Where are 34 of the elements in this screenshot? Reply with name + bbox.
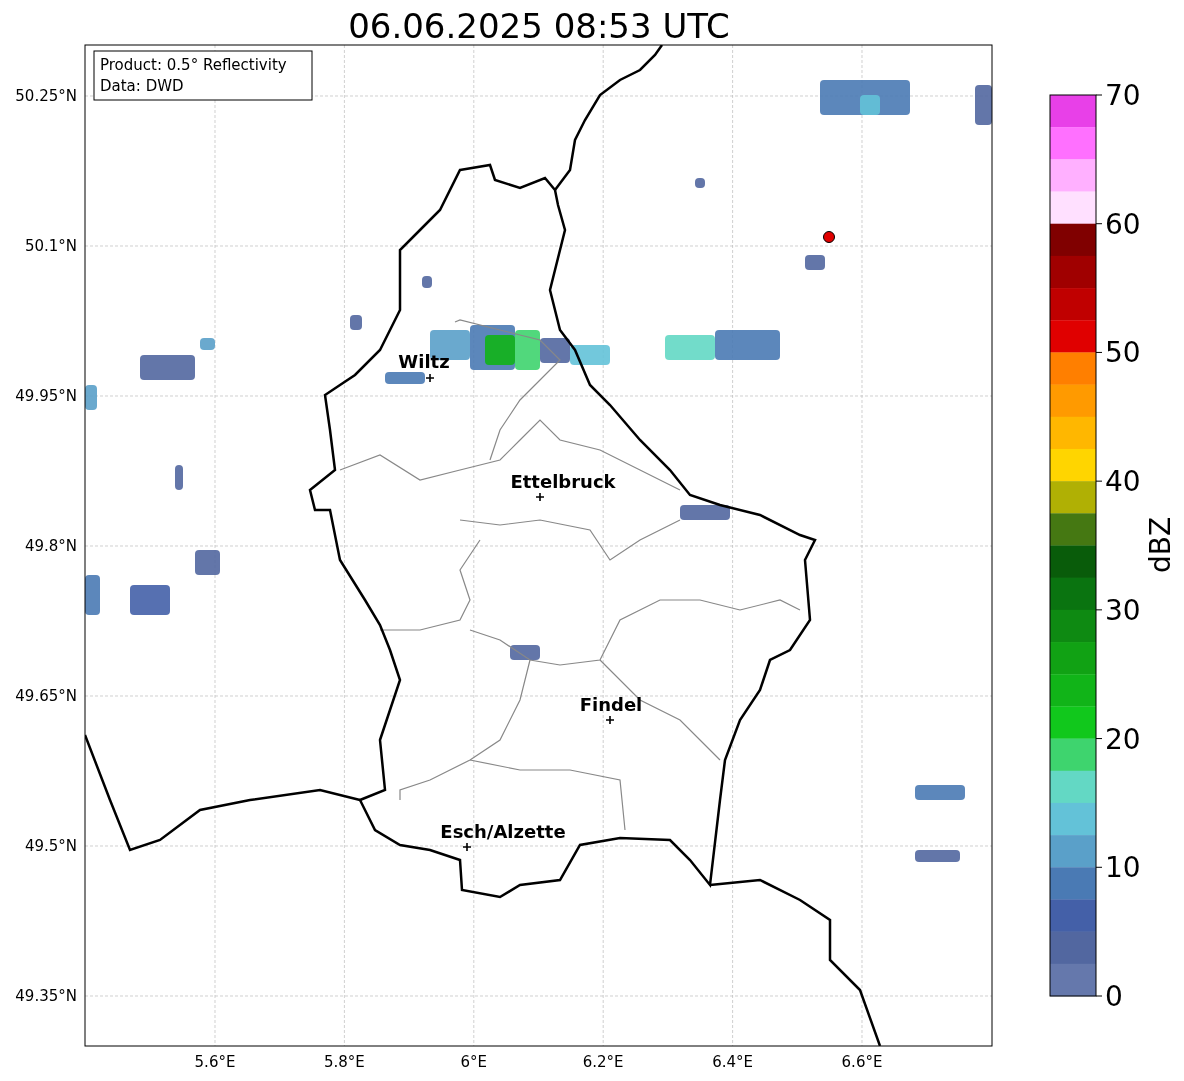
colorbar-label: dBZ bbox=[1144, 516, 1177, 574]
latitude-tick-label: 50.1°N bbox=[24, 237, 77, 255]
city-label: Esch/Alzette bbox=[440, 821, 566, 842]
latitude-tick-label: 49.95°N bbox=[15, 387, 77, 405]
city-marker-icon bbox=[462, 842, 472, 852]
chart-title: 06.06.2025 08:53 UTC bbox=[348, 6, 730, 46]
latitude-tick-label: 50.25°N bbox=[15, 87, 77, 105]
radar-site-marker bbox=[823, 231, 835, 243]
info-text: Product: 0.5° Reflectivity bbox=[100, 56, 287, 74]
colorbar-tick-label: 40 bbox=[1105, 465, 1141, 499]
info-text: Data: DWD bbox=[100, 77, 184, 95]
city-label: Findel bbox=[579, 694, 643, 715]
latitude-tick-label: 49.65°N bbox=[15, 687, 77, 705]
colorbar-tick-label: 0 bbox=[1105, 980, 1123, 1013]
city-marker-icon bbox=[605, 715, 615, 725]
longitude-tick-label: 6.6°E bbox=[841, 1053, 883, 1071]
city-marker-icon bbox=[535, 492, 545, 502]
city-label: Ettelbruck bbox=[510, 471, 616, 492]
longitude-tick-label: 5.8°E bbox=[324, 1053, 365, 1071]
longitude-tick-label: 5.6°E bbox=[194, 1053, 236, 1071]
latitude-tick-label: 49.8°N bbox=[24, 537, 77, 555]
latitude-tick-label: 49.5°N bbox=[24, 837, 77, 855]
city-label: Wiltz bbox=[398, 351, 450, 372]
colorbar-tick-label: 50 bbox=[1105, 336, 1141, 370]
colorbar-tick-label: 20 bbox=[1105, 722, 1141, 756]
latitude-tick-label: 49.35°N bbox=[15, 987, 77, 1005]
longitude-tick-label: 6.4°E bbox=[712, 1053, 753, 1071]
city-marker-icon bbox=[425, 373, 435, 383]
colorbar-tick-label: 10 bbox=[1105, 851, 1141, 885]
longitude-tick-label: 6°E bbox=[460, 1053, 488, 1071]
colorbar-tick-label: 70 bbox=[1105, 79, 1141, 112]
colorbar-tick-label: 30 bbox=[1105, 593, 1141, 627]
colorbar-tick-label: 60 bbox=[1105, 207, 1141, 241]
longitude-tick-label: 6.2°E bbox=[582, 1053, 624, 1071]
